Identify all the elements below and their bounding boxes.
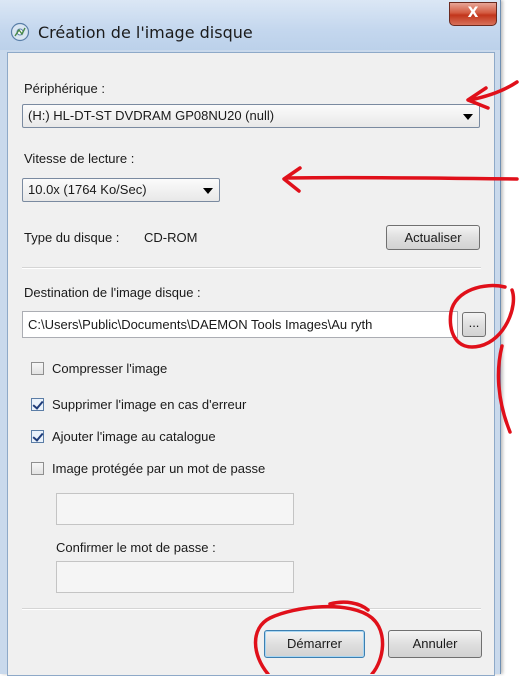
- window-title: Création de l'image disque: [38, 23, 253, 42]
- speed-label: Vitesse de lecture :: [24, 151, 135, 166]
- delete-on-error-checkbox[interactable]: [31, 398, 44, 411]
- destination-label: Destination de l'image disque :: [24, 285, 201, 300]
- separator: [22, 267, 481, 269]
- speed-select-value: 10.0x (1764 Ko/Sec): [28, 182, 147, 197]
- dialog-body: Périphérique : (H:) HL-DT-ST DVDRAM GP08…: [7, 52, 495, 676]
- dialog-window: Création de l'image disque X Périphériqu…: [0, 0, 501, 676]
- add-to-catalog-label: Ajouter l'image au catalogue: [52, 429, 216, 444]
- add-to-catalog-checkbox[interactable]: [31, 430, 44, 443]
- disc-type-value: CD-ROM: [144, 230, 198, 245]
- confirm-password-label: Confirmer le mot de passe :: [56, 540, 216, 555]
- chevron-down-icon: [203, 188, 213, 194]
- title-bar: Création de l'image disque X: [0, 0, 500, 50]
- password-protect-label: Image protégée par un mot de passe: [52, 461, 266, 476]
- destination-path-input[interactable]: C:\Users\Public\Documents\DAEMON Tools I…: [22, 311, 458, 338]
- refresh-button[interactable]: Actualiser: [386, 225, 480, 250]
- browse-button[interactable]: ...: [462, 312, 486, 337]
- password-input[interactable]: [56, 493, 294, 525]
- disc-type-label: Type du disque :: [24, 230, 120, 245]
- chevron-down-icon: [463, 114, 473, 120]
- start-button[interactable]: Démarrer: [264, 630, 365, 658]
- speed-select[interactable]: 10.0x (1764 Ko/Sec): [22, 178, 220, 202]
- separator: [22, 608, 481, 610]
- delete-on-error-label: Supprimer l'image en cas d'erreur: [52, 397, 247, 412]
- confirm-password-input[interactable]: [56, 561, 294, 593]
- cancel-button[interactable]: Annuler: [388, 630, 482, 658]
- password-protect-checkbox[interactable]: [31, 462, 44, 475]
- device-select[interactable]: (H:) HL-DT-ST DVDRAM GP08NU20 (null): [22, 104, 480, 128]
- compress-checkbox[interactable]: [31, 362, 44, 375]
- device-label: Périphérique :: [24, 81, 105, 96]
- daemon-tools-icon: [10, 22, 30, 42]
- compress-label: Compresser l'image: [52, 361, 168, 376]
- device-select-value: (H:) HL-DT-ST DVDRAM GP08NU20 (null): [28, 108, 275, 123]
- close-button[interactable]: X: [449, 2, 497, 26]
